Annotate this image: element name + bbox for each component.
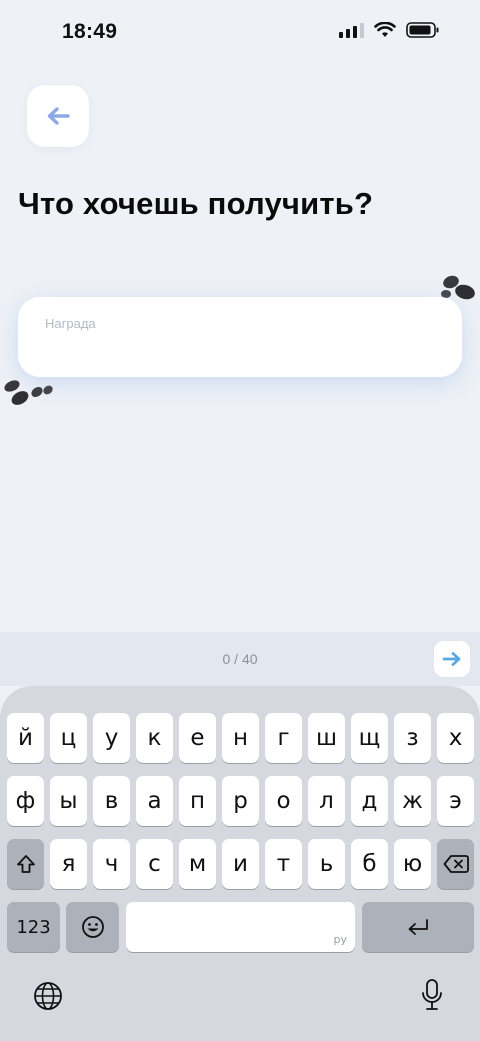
signal-icon: [339, 22, 364, 38]
shift-key[interactable]: [7, 839, 44, 889]
key[interactable]: с: [136, 839, 173, 889]
back-arrow-icon: [47, 107, 70, 125]
numbers-key[interactable]: 123: [7, 902, 60, 952]
key[interactable]: к: [136, 713, 173, 763]
key[interactable]: ч: [93, 839, 130, 889]
key[interactable]: й: [7, 713, 44, 763]
key[interactable]: ц: [50, 713, 87, 763]
status-bar: 18:49: [0, 0, 480, 62]
keyboard-language-hint: ру: [333, 933, 348, 946]
status-icons: [339, 22, 440, 38]
key[interactable]: ь: [308, 839, 345, 889]
shift-icon: [16, 855, 35, 873]
back-button[interactable]: [27, 85, 89, 147]
keyboard-accessory-bar: 0 / 40: [0, 632, 480, 686]
key[interactable]: н: [222, 713, 259, 763]
key[interactable]: я: [50, 839, 87, 889]
key[interactable]: щ: [351, 713, 388, 763]
globe-icon: [34, 982, 62, 1010]
key[interactable]: м: [179, 839, 216, 889]
keyboard: й ц у к е н г ш щ з х ф ы в а п р о л д …: [0, 686, 480, 1041]
key[interactable]: о: [265, 776, 302, 826]
globe-button[interactable]: [30, 978, 66, 1014]
next-arrow-icon: [442, 652, 461, 666]
key[interactable]: ф: [7, 776, 44, 826]
decorative-stones-icon: [4, 380, 53, 405]
key[interactable]: ж: [394, 776, 431, 826]
microphone-button[interactable]: [414, 976, 450, 1014]
backspace-key[interactable]: [437, 839, 474, 889]
character-counter: 0 / 40: [222, 651, 258, 667]
return-icon: [408, 919, 428, 935]
screen: 18:49 Что хочешь получить? Награда 0 / 4…: [0, 0, 480, 1041]
key[interactable]: а: [136, 776, 173, 826]
battery-icon: [406, 22, 439, 38]
emoji-key[interactable]: [66, 902, 119, 952]
space-key[interactable]: ру: [126, 902, 355, 952]
emoji-icon: [81, 916, 104, 938]
key[interactable]: в: [93, 776, 130, 826]
key[interactable]: д: [351, 776, 388, 826]
key[interactable]: п: [179, 776, 216, 826]
key[interactable]: у: [93, 713, 130, 763]
page-title: Что хочешь получить?: [18, 186, 374, 221]
return-key[interactable]: [362, 902, 474, 952]
key[interactable]: р: [222, 776, 259, 826]
reward-input-card[interactable]: Награда: [18, 297, 462, 377]
key[interactable]: е: [179, 713, 216, 763]
key[interactable]: э: [437, 776, 474, 826]
key[interactable]: т: [265, 839, 302, 889]
reward-field-label: Награда: [45, 316, 96, 331]
next-button[interactable]: [434, 641, 470, 677]
key[interactable]: ш: [308, 713, 345, 763]
key[interactable]: г: [265, 713, 302, 763]
microphone-icon: [422, 979, 442, 1010]
key[interactable]: и: [222, 839, 259, 889]
backspace-icon: [443, 855, 469, 873]
wifi-icon: [374, 22, 396, 37]
key[interactable]: з: [394, 713, 431, 763]
reward-input[interactable]: [45, 337, 435, 363]
key[interactable]: б: [351, 839, 388, 889]
status-time: 18:49: [62, 20, 118, 43]
key[interactable]: ю: [394, 839, 431, 889]
key[interactable]: ы: [50, 776, 87, 826]
key[interactable]: л: [308, 776, 345, 826]
key[interactable]: х: [437, 713, 474, 763]
